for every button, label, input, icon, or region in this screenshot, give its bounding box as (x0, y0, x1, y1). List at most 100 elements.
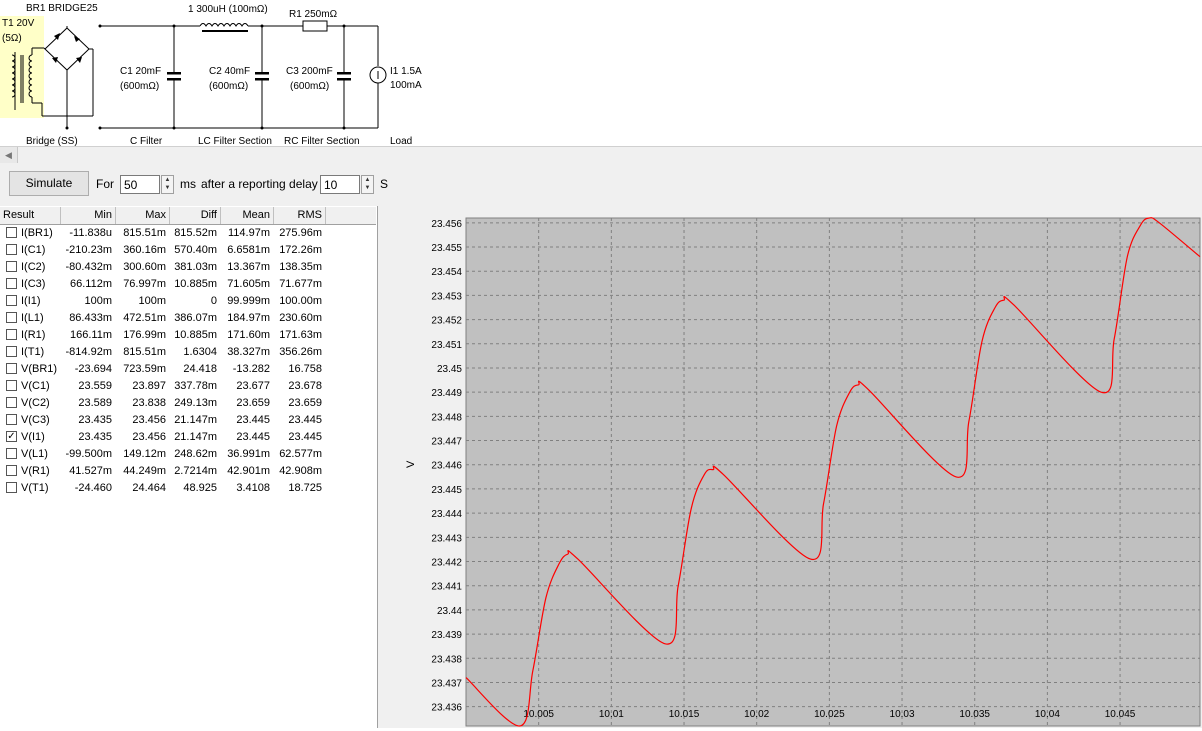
duration-unit: ms (180, 177, 196, 191)
row-checkbox[interactable] (6, 380, 17, 391)
spin-up-icon[interactable]: ▲ (162, 176, 173, 184)
table-row[interactable]: ✓ V(I1) 23.435 23.456 21.147m 23.445 23.445 (0, 429, 376, 446)
column-header-rms[interactable]: RMS (274, 207, 326, 224)
waveform-chart: 23.436 23.437 23.438 23.439 23.44 23.441 23.44… (378, 206, 1202, 728)
row-checkbox[interactable] (6, 482, 17, 493)
cell-mean: 23.677 (236, 380, 270, 392)
delay-spinner[interactable]: ▲ ▼ (361, 175, 374, 194)
x-tick-label: 10.03 (890, 709, 915, 720)
cell-min: -210.23m (65, 244, 112, 256)
cell-mean: 184.97m (227, 312, 270, 324)
simulate-button[interactable]: Simulate (9, 171, 89, 196)
result-name: I(BR1) (21, 227, 53, 239)
column-header-mean[interactable]: Mean (221, 207, 274, 224)
cell-mean: 38.327m (227, 346, 270, 358)
row-checkbox[interactable] (6, 227, 17, 238)
y-tick-label: 23.449 (431, 388, 462, 399)
spin-down-icon[interactable]: ▼ (162, 184, 173, 192)
table-row[interactable]: V(C3) 23.435 23.456 21.147m 23.445 23.445 (0, 412, 376, 429)
horizontal-scrollbar[interactable]: ◀ (0, 146, 1202, 164)
cell-max: 44.249m (123, 465, 166, 477)
column-header-diff[interactable]: Diff (170, 207, 221, 224)
duration-spinner[interactable]: ▲ ▼ (161, 175, 174, 194)
spin-down-icon[interactable]: ▼ (362, 184, 373, 192)
x-tick-label: 10.01 (599, 709, 624, 720)
for-label: For (96, 177, 114, 191)
table-row[interactable]: V(BR1) -23.694 723.59m 24.418 -13.282 16.758 (0, 361, 376, 378)
column-header-result[interactable]: Result (0, 207, 61, 224)
y-tick-label: 23.452 (431, 316, 462, 327)
scroll-left-icon[interactable]: ◀ (0, 147, 18, 163)
delay-input[interactable]: 10 (320, 175, 360, 194)
result-name: V(C3) (21, 414, 50, 426)
cell-max: 23.897 (132, 380, 166, 392)
cell-rms: 138.35m (279, 261, 322, 273)
row-checkbox[interactable]: ✓ (6, 431, 17, 442)
cell-min: -11.838u (69, 227, 112, 239)
column-header-min[interactable]: Min (61, 207, 116, 224)
table-row[interactable]: V(L1) -99.500m 149.12m 248.62m 36.991m 62.577… (0, 446, 376, 463)
cell-max: 24.464 (132, 482, 166, 494)
row-checkbox[interactable] (6, 329, 17, 340)
result-name: I(L1) (21, 312, 44, 324)
table-row[interactable]: V(C1) 23.559 23.897 337.78m 23.677 23.678 (0, 378, 376, 395)
duration-input[interactable]: 50 (120, 175, 160, 194)
cell-diff: 10.885m (174, 329, 217, 341)
y-tick-label: 23.44 (437, 606, 462, 617)
column-header-max[interactable]: Max (116, 207, 170, 224)
spin-up-icon[interactable]: ▲ (362, 176, 373, 184)
table-row[interactable]: V(T1) -24.460 24.464 48.925 3.4108 18.725 (0, 480, 376, 497)
row-checkbox[interactable] (6, 261, 17, 272)
result-name: I(I1) (21, 295, 41, 307)
cell-rms: 172.26m (279, 244, 322, 256)
cell-max: 149.12m (123, 448, 166, 460)
cell-mean: 3.4108 (236, 482, 270, 494)
cell-rms: 71.677m (279, 278, 322, 290)
cell-diff: 386.07m (174, 312, 217, 324)
cell-diff: 815.52m (174, 227, 217, 239)
cell-mean: 114.97m (228, 227, 270, 239)
table-row[interactable]: I(BR1) -11.838u 815.51m 815.52m 114.97m 275.9… (0, 225, 376, 242)
table-row[interactable]: I(T1) -814.92m 815.51m 1.6304 38.327m 356.26m (0, 344, 376, 361)
cell-rms: 62.577m (279, 448, 322, 460)
table-row[interactable]: I(C1) -210.23m 360.16m 570.40m 6.6581m 172.26… (0, 242, 376, 259)
table-row[interactable]: V(C2) 23.589 23.838 249.13m 23.659 23.659 (0, 395, 376, 412)
row-checkbox[interactable] (6, 244, 17, 255)
simulation-toolbar: Simulate For 50 ▲ ▼ ms after a reporting … (0, 163, 1202, 206)
chart-svg: 23.436 23.437 23.438 23.439 23.44 23.441 23.44… (405, 217, 1201, 727)
cell-mean: 23.445 (236, 431, 270, 443)
result-name: V(BR1) (21, 363, 58, 375)
row-checkbox[interactable] (6, 346, 17, 357)
row-checkbox[interactable] (6, 295, 17, 306)
y-tick-label: 23.445 (431, 485, 462, 496)
table-row[interactable]: I(I1) 100m 100m 0 99.999m 100.00m (0, 293, 376, 310)
x-tick-label: 10.015 (669, 709, 700, 720)
table-row[interactable]: V(R1) 41.527m 44.249m 2.7214m 42.901m 42.908m (0, 463, 376, 480)
cell-diff: 337.78m (174, 380, 217, 392)
table-row[interactable]: I(C3) 66.112m 76.997m 10.885m 71.605m 71.677m (0, 276, 376, 293)
row-checkbox[interactable] (6, 448, 17, 459)
result-name: V(T1) (21, 482, 49, 494)
table-row[interactable]: I(R1) 166.11m 176.99m 10.885m 171.60m 171.63m (0, 327, 376, 344)
row-checkbox[interactable] (6, 465, 17, 476)
cell-rms: 23.659 (288, 397, 322, 409)
cell-rms: 230.60m (279, 312, 322, 324)
section-label-load: Load (390, 136, 412, 146)
y-tick-label: 23.442 (431, 558, 462, 569)
cell-diff: 249.13m (174, 397, 217, 409)
row-checkbox[interactable] (6, 278, 17, 289)
table-row[interactable]: I(L1) 86.433m 472.51m 386.07m 184.97m 230.60m (0, 310, 376, 327)
cell-max: 815.51m (123, 346, 166, 358)
y-tick-label: 23.441 (431, 582, 462, 593)
c1-esr: (600mΩ) (120, 81, 159, 92)
table-row[interactable]: I(C2) -80.432m 300.60m 381.03m 13.367m 138.35… (0, 259, 376, 276)
row-checkbox[interactable] (6, 397, 17, 408)
row-checkbox[interactable] (6, 312, 17, 323)
row-checkbox[interactable] (6, 414, 17, 425)
cell-min: 23.435 (78, 414, 112, 426)
cell-rms: 171.63m (279, 329, 322, 341)
row-checkbox[interactable] (6, 363, 17, 374)
result-name: V(R1) (21, 465, 50, 477)
cell-rms: 23.445 (288, 414, 322, 426)
x-tick-label: 10.035 (959, 709, 990, 720)
